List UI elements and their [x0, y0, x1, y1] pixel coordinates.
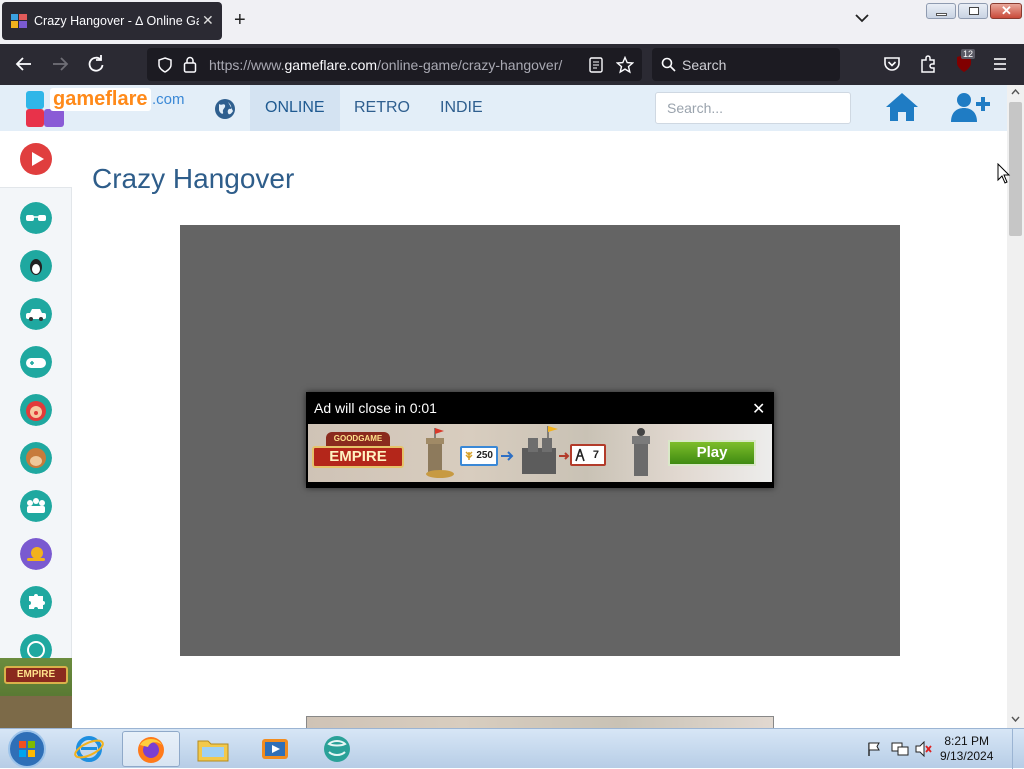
url-prefix: https://www. [209, 57, 285, 73]
snail-category-icon[interactable] [20, 538, 52, 570]
globe-icon[interactable] [214, 98, 236, 120]
goodgame-empire-logo: GOODGAME EMPIRE [312, 432, 404, 472]
clock-date: 9/13/2024 [940, 749, 994, 763]
arrow-right-red-icon [559, 452, 570, 460]
site-logo-text[interactable]: gameflare [50, 88, 151, 111]
restore-window-button[interactable] [958, 3, 988, 19]
puzzle-category-icon[interactable] [20, 586, 52, 618]
monkey-category-icon[interactable] [20, 442, 52, 474]
extensions-puzzle-icon[interactable] [918, 54, 938, 74]
taskbar-app[interactable] [308, 731, 366, 767]
site-logo-suffix: .com [152, 91, 185, 108]
bottom-ad-banner[interactable] [306, 716, 774, 728]
gamepad-category-icon[interactable] [20, 346, 52, 378]
nav-online[interactable]: ONLINE [250, 85, 340, 131]
url-text[interactable]: https://www.gameflare.com/online-game/cr… [209, 57, 562, 73]
site-header: gameflare .com ONLINE RETRO INDIE [0, 85, 1007, 131]
start-button-icon[interactable] [6, 729, 48, 769]
sidebar-ad-scene [0, 696, 72, 728]
windows-taskbar: 8:21 PM 9/13/2024 [0, 728, 1024, 769]
url-path: /online-game/crazy-hangover/ [377, 57, 563, 73]
group-category-icon[interactable] [20, 490, 52, 522]
internet-explorer-icon [74, 736, 104, 762]
home-icon[interactable] [884, 91, 920, 123]
scroll-up-icon[interactable] [1011, 89, 1020, 95]
forward-arrow-icon[interactable] [50, 54, 70, 74]
fortress-icon [522, 426, 558, 474]
media-player-icon [262, 739, 288, 759]
tab-title: Crazy Hangover - ∆ Online Ga [34, 14, 199, 28]
navigation-toolbar: https://www.gameflare.com/online-game/cr… [0, 44, 1024, 85]
mouse-cursor-icon [997, 163, 1011, 184]
sidebar-ad-thumbnail[interactable]: EMPIRE [0, 658, 72, 728]
3d-glasses-category-icon[interactable] [20, 202, 52, 234]
ad-banner[interactable]: GOODGAME EMPIRE 250 7 Play [308, 424, 772, 482]
close-window-button[interactable]: ✕ [990, 3, 1022, 19]
action-center-flag-icon[interactable] [866, 741, 882, 757]
app-globe-icon [324, 736, 350, 762]
add-user-icon[interactable] [950, 91, 992, 123]
firefox-icon [138, 737, 164, 763]
arrow-right-icon [501, 451, 514, 461]
shield-icon[interactable] [157, 57, 173, 73]
play-circle-icon[interactable] [20, 143, 52, 175]
new-tab-button[interactable]: + [234, 9, 246, 32]
url-host: gameflare.com [284, 57, 378, 73]
list-all-tabs-icon[interactable] [855, 13, 869, 23]
minimize-window-button[interactable] [926, 3, 956, 19]
clown-category-icon[interactable] [20, 394, 52, 426]
taskbar-firefox[interactable] [122, 731, 180, 767]
hamburger-menu-icon[interactable] [990, 54, 1010, 74]
search-icon [661, 57, 676, 72]
show-desktop-button[interactable] [1012, 729, 1024, 769]
penguin-category-icon[interactable] [20, 250, 52, 282]
army-icon [575, 448, 585, 462]
pocket-icon[interactable] [882, 54, 902, 74]
volume-muted-icon[interactable] [915, 741, 933, 757]
network-icon[interactable] [891, 741, 909, 757]
ad-play-button[interactable]: Play [668, 440, 756, 466]
ad-brand-top: GOODGAME [326, 432, 390, 446]
address-bar[interactable]: https://www.gameflare.com/online-game/cr… [147, 48, 642, 81]
search-placeholder: Search [682, 57, 727, 73]
taskbar-internet-explorer[interactable] [60, 731, 118, 767]
wheat-icon [465, 451, 473, 460]
browser-tab-active[interactable]: Crazy Hangover - ∆ Online Ga ✕ [2, 2, 222, 40]
site-favicon-icon [11, 14, 27, 28]
sidebar-ad-brand: EMPIRE [4, 666, 68, 684]
reload-icon[interactable] [86, 54, 106, 74]
reader-view-icon[interactable] [589, 57, 603, 73]
category-sidebar: EMPIRE [0, 131, 72, 728]
taskbar-file-explorer[interactable] [184, 731, 242, 767]
bookmark-star-icon[interactable] [616, 56, 634, 74]
browser-search-bar[interactable]: Search [652, 48, 840, 81]
page-title: Crazy Hangover [92, 163, 295, 194]
browser-tab-strip: Crazy Hangover - ∆ Online Ga ✕ + ✕ [0, 0, 1024, 44]
ad-countdown: Ad will close in 0:01 [314, 400, 437, 416]
ublock-badge-count: 12 [961, 49, 976, 59]
castle-icon [426, 428, 454, 478]
clock-time: 8:21 PM [944, 734, 990, 748]
close-tab-icon[interactable]: ✕ [202, 12, 214, 29]
folder-icon [197, 740, 229, 762]
taskbar-media-player[interactable] [246, 731, 304, 767]
nav-indie[interactable]: INDIE [425, 85, 498, 131]
ad-brand-main: EMPIRE [312, 446, 404, 468]
ad-close-icon[interactable]: ✕ [752, 399, 765, 419]
scroll-down-icon[interactable] [1011, 716, 1020, 722]
car-category-icon[interactable] [20, 298, 52, 330]
lock-icon[interactable] [183, 56, 197, 73]
ublock-extension-button[interactable]: 12 [954, 49, 976, 76]
ad-overlay: Ad will close in 0:01 ✕ GOODGAME EMPIRE … [306, 392, 774, 488]
sidebar-play-section [0, 131, 72, 188]
back-arrow-icon[interactable] [14, 54, 34, 74]
site-search-input[interactable] [655, 92, 851, 124]
system-clock[interactable]: 8:21 PM 9/13/2024 [940, 734, 993, 764]
nav-retro[interactable]: RETRO [339, 85, 425, 131]
tower-icon [632, 428, 650, 476]
